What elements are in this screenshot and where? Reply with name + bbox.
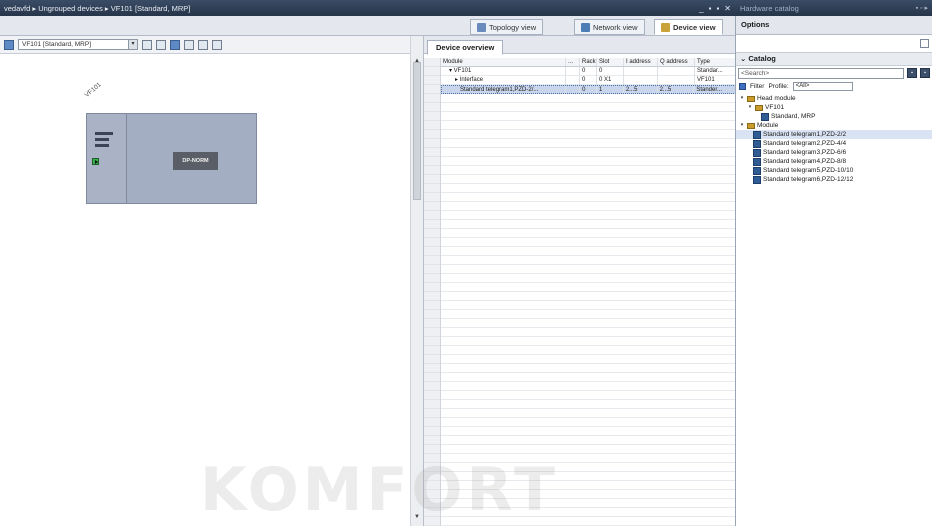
tree-item-head-module[interactable]: ▾ Head module xyxy=(736,94,932,103)
tab-device-overview[interactable]: Device overview xyxy=(427,40,504,55)
bar-icon xyxy=(95,138,109,141)
col-i-address[interactable]: I address xyxy=(624,58,658,66)
hardware-catalog-title: Hardware catalog ▪ ▫ ▸ xyxy=(735,0,932,16)
row-gutter xyxy=(424,58,441,526)
profile-label: Profile: xyxy=(768,82,789,90)
col-module[interactable]: Module xyxy=(441,58,566,66)
device-tree-icon[interactable] xyxy=(4,39,14,50)
telegram-icon xyxy=(753,139,761,148)
telegram-icon xyxy=(753,166,761,175)
search-next-icon[interactable]: ▪ xyxy=(920,68,930,78)
window-title-bar: vedavfd ▸ Ungrouped devices ▸ VF101 [Sta… xyxy=(0,0,735,16)
overview-tabbar: Device overview xyxy=(424,36,736,55)
filter-row: Filter Profile: <All> xyxy=(736,80,932,92)
tab-network-view[interactable]: Network view xyxy=(574,19,645,35)
telegram-icon xyxy=(753,175,761,184)
tree-item-telegram[interactable]: Standard telegram5,PZD-10/10 xyxy=(736,166,932,175)
panel-controls-icon[interactable]: ▪ ▫ ▸ xyxy=(916,4,932,12)
module-icon xyxy=(761,112,769,121)
grid-icon[interactable] xyxy=(156,39,166,50)
filter-label: Filter xyxy=(750,82,765,90)
page-icon[interactable] xyxy=(198,39,208,50)
tree-item-telegram[interactable]: Standard telegram6,PZD-12/12 xyxy=(736,175,932,184)
col-dots[interactable]: ... xyxy=(566,58,580,66)
tree-item-vf101[interactable]: ▾ VF101 xyxy=(736,103,932,112)
col-q-address[interactable]: Q address xyxy=(658,58,695,66)
chevron-down-icon: ⌄ xyxy=(740,54,747,63)
network-icon[interactable] xyxy=(142,39,152,50)
minimize-icon[interactable]: _ xyxy=(699,4,703,13)
expand-icon[interactable]: ▾ xyxy=(739,94,745,103)
layout-icon[interactable] xyxy=(184,39,194,50)
options-area xyxy=(736,35,932,53)
bar-icon xyxy=(95,144,109,147)
table-row[interactable]: ▸ Interface 0 0 X1 VF101 xyxy=(441,76,736,85)
table-header: Module ... Rack Slot I address Q address… xyxy=(441,58,736,67)
table-row[interactable]: ▾ VF101 0 0 Standar... xyxy=(441,67,736,76)
tree-item-telegram[interactable]: Standard telegram4,PZD-8/8 xyxy=(736,157,932,166)
filter-checkbox[interactable] xyxy=(739,82,746,90)
folder-icon xyxy=(747,95,755,102)
search-icon[interactable]: ▪ xyxy=(907,68,917,78)
tree-item-telegram[interactable]: Standard telegram1,PZD-2/2 xyxy=(736,130,932,139)
scroll-thumb[interactable] xyxy=(413,62,421,200)
topology-icon xyxy=(477,22,486,32)
device-overview-panel: Device overview Module ... Rack Slot I a… xyxy=(423,36,736,526)
profile-select[interactable]: <All> xyxy=(792,81,853,91)
telegram-icon xyxy=(753,157,761,166)
expand-icon[interactable]: ▾ xyxy=(747,103,753,112)
device-head-module[interactable] xyxy=(87,114,127,203)
table-row-selected[interactable]: Standard telegram1,PZD-2/... 0 1 2...5 2… xyxy=(441,85,736,94)
tree-item-telegram[interactable]: Standard telegram2,PZD-4/4 xyxy=(736,139,932,148)
telegram-icon xyxy=(753,130,761,139)
folder-icon xyxy=(755,104,763,111)
view-tab-strip: Topology view Network view Device view xyxy=(0,16,735,36)
col-slot[interactable]: Slot xyxy=(597,58,624,66)
tree-item-telegram[interactable]: Standard telegram3,PZD-6/6 xyxy=(736,148,932,157)
catalog-header[interactable]: ⌄ Catalog xyxy=(736,53,932,66)
hardware-catalog-panel: Options ⌄ Catalog <Search> ▪ ▪ Filter Pr… xyxy=(735,16,932,526)
table-icon[interactable] xyxy=(170,39,180,50)
restore-icon[interactable]: ▪ xyxy=(709,4,712,13)
device-module-block[interactable]: DP-NORM xyxy=(86,113,257,204)
catalog-tree: ▾ Head module ▾ VF101 Standard, MRP ▾ Mo… xyxy=(736,92,932,184)
device-icon xyxy=(661,22,670,32)
telegram-icon xyxy=(753,148,761,157)
tree-item-module[interactable]: ▾ Module xyxy=(736,121,932,130)
port-icon[interactable] xyxy=(92,158,99,165)
catalog-search-input[interactable]: <Search> xyxy=(738,67,904,79)
tab-topology-view[interactable]: Topology view xyxy=(470,19,544,35)
expand-icon[interactable]: ▾ xyxy=(739,121,745,130)
overview-grid: Module ... Rack Slot I address Q address… xyxy=(441,58,736,526)
network-icon xyxy=(581,22,590,32)
options-header[interactable]: Options xyxy=(736,16,932,35)
zoom-icon[interactable] xyxy=(212,39,222,50)
tree-item-standard-mrp[interactable]: Standard, MRP xyxy=(736,112,932,121)
col-type[interactable]: Type xyxy=(695,58,736,66)
canvas-scrollbar[interactable]: ▲ ▼ xyxy=(410,36,423,526)
device-selector[interactable]: VF101 [Standard, MRP] ▾ xyxy=(18,39,138,50)
col-rack[interactable]: Rack xyxy=(580,58,597,66)
dp-norm-module[interactable]: DP-NORM xyxy=(173,152,218,170)
chevron-down-icon[interactable]: ▾ xyxy=(128,40,137,49)
folder-icon xyxy=(747,122,755,129)
maximize-icon[interactable]: ▪ xyxy=(716,4,719,13)
close-icon[interactable]: ✕ xyxy=(724,4,731,13)
catalog-search-row: <Search> ▪ ▪ xyxy=(736,66,932,80)
scroll-down-icon[interactable]: ▼ xyxy=(414,514,420,520)
pin-icon[interactable] xyxy=(920,39,929,48)
device-view-toolbar: VF101 [Standard, MRP] ▾ xyxy=(0,36,410,54)
overview-table: Module ... Rack Slot I address Q address… xyxy=(424,58,736,526)
tab-device-view[interactable]: Device view xyxy=(654,19,723,35)
bar-icon xyxy=(95,132,113,135)
breadcrumb: vedavfd ▸ Ungrouped devices ▸ VF101 [Sta… xyxy=(4,3,191,13)
window-controls[interactable]: _ ▪ ▪ ✕ xyxy=(699,4,735,13)
